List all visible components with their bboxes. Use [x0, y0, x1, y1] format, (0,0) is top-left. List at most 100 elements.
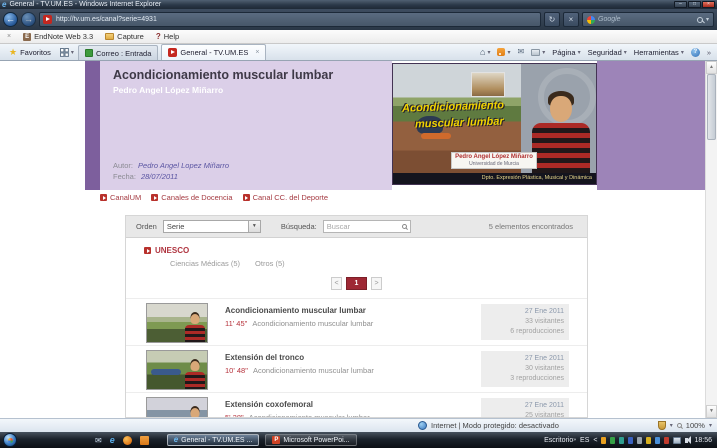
order-select[interactable]: Serie ▼: [163, 220, 261, 233]
url-text[interactable]: http://tv.um.es/canal?serie=4931: [56, 16, 157, 23]
breadcrumb-canalum[interactable]: CanalUM: [100, 193, 141, 202]
scrollbar-thumb[interactable]: [707, 74, 716, 140]
safety-menu-button[interactable]: Seguridad▾: [588, 48, 627, 57]
speaker-icon[interactable]: [685, 438, 688, 443]
chevron-down-icon[interactable]: ▾: [670, 422, 673, 429]
video-banner[interactable]: Acondicionamiento muscular lumbar Pedro …: [392, 63, 597, 185]
video-thumbnail[interactable]: [146, 303, 208, 343]
video-row[interactable]: Acondicionamiento muscular lumbar 11' 45…: [126, 298, 587, 345]
language-indicator[interactable]: ES: [580, 437, 589, 444]
unesco-label[interactable]: UNESCO: [155, 246, 189, 255]
tab-correo[interactable]: Correo : Entrada: [78, 45, 158, 60]
quick-tabs-chevron-icon[interactable]: ▾: [71, 49, 74, 56]
vertical-scrollbar[interactable]: ▲ ▼: [705, 61, 717, 418]
task-label[interactable]: Microsoft PowerPoi...: [283, 437, 349, 444]
maximize-button[interactable]: □: [688, 1, 701, 8]
toolbar-overflow-chevron[interactable]: »: [573, 437, 576, 443]
category-ciencias-medicas[interactable]: Ciencias Médicas (5): [170, 259, 240, 268]
endnote-label[interactable]: EndNote Web 3.3: [34, 32, 93, 41]
chevron-down-icon[interactable]: ▾: [709, 422, 712, 429]
category-otros[interactable]: Otros (5): [255, 259, 285, 268]
forward-button[interactable]: →: [21, 12, 36, 27]
breadcrumb-label[interactable]: Canales de Docencia: [161, 193, 232, 202]
help-menu-item[interactable]: ? Help: [156, 32, 179, 41]
clock[interactable]: 18:56: [694, 437, 712, 444]
breadcrumb-deporte[interactable]: Canal CC. del Deporte: [243, 193, 328, 202]
tab-general-tvumes[interactable]: General - TV.UM.ES ×: [161, 44, 266, 60]
breadcrumb-label[interactable]: CanalUM: [110, 193, 141, 202]
task-label[interactable]: General - TV.UM.ES ...: [181, 437, 252, 444]
breadcrumb-docencia[interactable]: Canales de Docencia: [151, 193, 232, 202]
start-button[interactable]: [3, 433, 17, 447]
tray-icon[interactable]: [637, 437, 642, 444]
tray-icon[interactable]: [664, 437, 669, 444]
video-row[interactable]: Extensión coxofemoral 5' 28" Acondiciona…: [126, 392, 587, 418]
safety-menu-label[interactable]: Seguridad: [588, 48, 622, 57]
video-title-link[interactable]: Extensión del tronco: [225, 353, 374, 362]
tools-menu-button[interactable]: Herramientas▾: [634, 48, 684, 57]
ie-quicklaunch-icon[interactable]: e: [110, 436, 115, 445]
close-button[interactable]: ×: [702, 1, 715, 8]
tray-expand-chevron[interactable]: <: [593, 437, 597, 444]
tray-icon[interactable]: [628, 437, 633, 444]
back-button[interactable]: ←: [3, 12, 18, 27]
feeds-button[interactable]: ▾: [497, 48, 510, 56]
tray-icon[interactable]: [646, 437, 651, 444]
tray-icon[interactable]: [601, 437, 606, 444]
quick-tabs-button[interactable]: ▾: [56, 44, 78, 60]
endnote-menu-item[interactable]: E EndNote Web 3.3: [23, 32, 93, 41]
minimize-button[interactable]: –: [674, 1, 687, 8]
home-button[interactable]: ⌂▾: [480, 48, 490, 57]
help-label[interactable]: Help: [164, 32, 179, 41]
select-chevron-icon[interactable]: ▼: [248, 221, 260, 232]
tab-close-icon[interactable]: ×: [255, 49, 259, 56]
page-prev-button[interactable]: <: [331, 277, 342, 290]
overflow-chevron[interactable]: »: [707, 48, 711, 57]
video-thumbnail[interactable]: [146, 350, 208, 390]
breadcrumb-label[interactable]: Canal CC. del Deporte: [253, 193, 328, 202]
zoom-level[interactable]: 100%: [686, 421, 705, 430]
tray-icon[interactable]: [655, 437, 660, 444]
video-row[interactable]: Extensión del tronco 10' 48" Acondiciona…: [126, 345, 587, 392]
protected-mode-icon[interactable]: [658, 421, 666, 430]
favorites-button[interactable]: ★ Favoritos: [4, 44, 56, 60]
refresh-button[interactable]: ↻: [544, 12, 560, 27]
firefox-quicklaunch-icon[interactable]: [123, 436, 132, 445]
tray-icon[interactable]: [610, 437, 615, 444]
tools-menu-label[interactable]: Herramientas: [634, 48, 679, 57]
capture-label[interactable]: Capture: [117, 32, 144, 41]
toolbar-close-icon[interactable]: ×: [7, 33, 11, 40]
video-title-link[interactable]: Extensión coxofemoral: [225, 400, 370, 409]
search-options-chevron-icon[interactable]: ▾: [706, 16, 709, 23]
favorites-label[interactable]: Favoritos: [20, 48, 51, 57]
tab-general-label[interactable]: General - TV.UM.ES: [180, 48, 248, 57]
capture-menu-item[interactable]: Capture: [105, 32, 144, 41]
search-icon[interactable]: [697, 17, 703, 23]
unesco-heading[interactable]: UNESCO: [144, 246, 587, 255]
video-title-link[interactable]: Acondicionamiento muscular lumbar: [225, 306, 373, 315]
network-icon[interactable]: [673, 437, 681, 444]
app-quicklaunch-icon[interactable]: [140, 436, 149, 445]
stop-button[interactable]: ×: [563, 12, 579, 27]
search-provider-label[interactable]: Google: [598, 16, 694, 23]
tray-icon[interactable]: [619, 437, 624, 444]
video-thumbnail[interactable]: [146, 397, 208, 418]
zoom-icon[interactable]: [677, 423, 682, 428]
mail-quicklaunch-icon[interactable]: ✉: [95, 436, 102, 445]
print-button[interactable]: ▾: [531, 49, 545, 56]
tab-correo-label[interactable]: Correo : Entrada: [96, 49, 151, 58]
desktop-toolbar[interactable]: Escritorio»: [544, 437, 576, 444]
task-powerpoint[interactable]: P Microsoft PowerPoi...: [265, 434, 356, 446]
video-search-box[interactable]: [323, 220, 411, 233]
page-menu-label[interactable]: Página: [552, 48, 575, 57]
scroll-up-icon[interactable]: ▲: [706, 61, 717, 74]
video-search-input[interactable]: [327, 222, 400, 231]
scroll-down-icon[interactable]: ▼: [706, 405, 717, 418]
author-link[interactable]: Pedro Angel Lopez Miñarro: [138, 161, 229, 170]
url-field[interactable]: http://tv.um.es/canal?serie=4931: [39, 12, 541, 27]
page-next-button[interactable]: >: [371, 277, 382, 290]
search-icon[interactable]: [402, 224, 407, 229]
search-box[interactable]: Google ▾: [582, 12, 714, 27]
task-ie-window[interactable]: e General - TV.UM.ES ...: [167, 434, 260, 446]
desktop-label[interactable]: Escritorio: [544, 437, 573, 444]
